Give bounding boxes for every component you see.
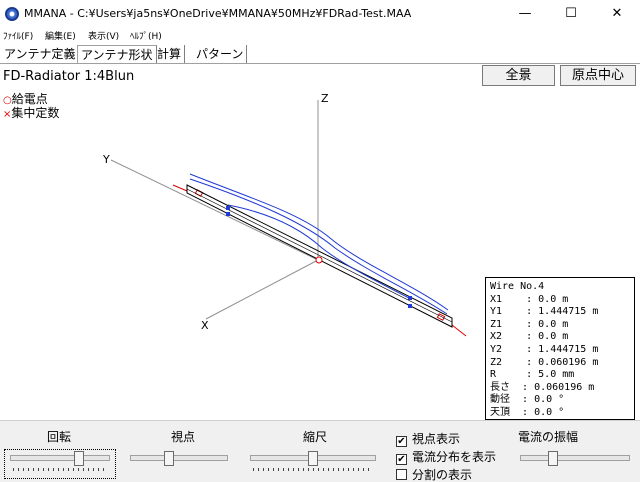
wire-end-left — [172, 184, 188, 192]
minimize-button[interactable]: — — [502, 0, 548, 28]
origin-center-button[interactable]: 原点中心 — [560, 65, 636, 86]
segment-marker — [226, 212, 230, 216]
wire-info-line: X1 : 0.0 m — [490, 293, 569, 305]
wire-info-line: Wire No.4 — [490, 281, 545, 292]
show-current-label: 電流分布を表示 — [412, 450, 497, 464]
scale-label: 縮尺 — [303, 430, 328, 444]
menu-file[interactable]: ﾌｧｲﾙ(F) — [3, 29, 33, 42]
current-amplitude-slider-thumb[interactable] — [548, 451, 558, 466]
close-button[interactable]: ✕ — [594, 0, 640, 28]
show-segments-label: 分割の表示 — [412, 468, 473, 482]
z-axis-label: Z — [321, 92, 329, 105]
show-current-checkbox[interactable]: ✔ 電流分布を表示 — [396, 448, 496, 465]
scale-slider-ticks — [253, 468, 373, 471]
show-segments-checkbox[interactable]: 分割の表示 — [396, 466, 472, 482]
current-amplitude-label: 電流の振幅 — [518, 430, 579, 444]
tab-calculation[interactable]: 計算 — [154, 45, 186, 63]
viewpoint-slider[interactable] — [130, 451, 228, 473]
wire-end-right — [451, 324, 467, 337]
wire-info-line: 長さ : 0.060196 m — [490, 381, 595, 393]
current-curve-1 — [189, 173, 449, 311]
current-amplitude-slider[interactable] — [520, 451, 630, 473]
show-segments-check-icon[interactable] — [396, 469, 407, 480]
wire-info-line: Y2 : 1.444715 m — [490, 343, 599, 355]
show-current-check-icon[interactable]: ✔ — [396, 454, 407, 465]
menu-bar: ﾌｧｲﾙ(F) 編集(E) 表示(V) ﾍﾙﾌﾟ(H) — [0, 28, 640, 44]
tab-strip: アンテナ定義 アンテナ形状 計算 パターン — [0, 44, 640, 64]
menu-help[interactable]: ﾍﾙﾌﾟ(H) — [130, 29, 162, 42]
wire-info-line: X2 : 0.0 m — [490, 331, 569, 343]
title-bar: MMANA - C:¥Users¥ja5ns¥OneDrive¥MMANA¥50… — [0, 0, 640, 28]
show-viewpoint-check-icon[interactable]: ✔ — [396, 436, 407, 447]
wire-info-panel: Wire No.4 X1 : 0.0 m Y1 : 1.444715 m Z1 … — [485, 277, 635, 420]
y-axis — [110, 159, 319, 261]
wire-info-line: 動径 : 0.0 ° — [490, 394, 565, 406]
tab-antenna-shape[interactable]: アンテナ形状 — [77, 45, 157, 63]
rotation-slider[interactable] — [10, 451, 110, 473]
rotation-slider-track — [10, 455, 110, 461]
segment-marker — [408, 296, 412, 300]
current-amplitude-slider-track — [520, 455, 630, 461]
mmana-app-icon — [5, 7, 19, 21]
wire-info-line: Z1 : 0.0 m — [490, 318, 569, 330]
segment-marker — [226, 206, 230, 210]
model-name: FD-Radiator 1:4Blun — [3, 69, 135, 84]
show-viewpoint-checkbox[interactable]: ✔ 視点表示 — [396, 430, 460, 447]
wire-info-line: R : 5.0 mm — [490, 369, 575, 381]
load-marker-right — [436, 313, 446, 321]
viewpoint-label: 視点 — [171, 430, 196, 444]
menu-view[interactable]: 表示(V) — [88, 29, 119, 42]
scale-slider-thumb[interactable] — [308, 451, 318, 466]
maximize-button[interactable]: ☐ — [548, 0, 594, 28]
overview-button[interactable]: 全景 — [482, 65, 555, 86]
show-viewpoint-label: 視点表示 — [412, 432, 461, 446]
wire-info-line: Z2 : 0.060196 m — [490, 356, 599, 368]
wire-info-line: 天頂 : 0.0 ° — [490, 406, 565, 418]
rotation-label: 回転 — [47, 430, 72, 444]
x-axis — [205, 259, 319, 320]
y-axis-label: Y — [102, 153, 110, 166]
viewpoint-slider-track — [130, 455, 228, 461]
rotation-slider-thumb[interactable] — [74, 451, 84, 466]
scale-slider[interactable] — [250, 451, 376, 473]
wire-info-line: Y1 : 1.444715 m — [490, 306, 599, 318]
x-axis-label: X — [201, 319, 209, 332]
rotation-slider-ticks — [13, 468, 107, 471]
tab-antenna-definition[interactable]: アンテナ定義 — [1, 45, 80, 63]
menu-edit[interactable]: 編集(E) — [45, 29, 76, 42]
tab-pattern[interactable]: パターン — [193, 45, 248, 63]
window-title: MMANA - C:¥Users¥ja5ns¥OneDrive¥MMANA¥50… — [24, 7, 412, 20]
view-control-panel: 回転 視点 縮尺 電流の振幅 ✔ 視点表示 ✔ 電流分布を表示 分割の表示 — [0, 420, 640, 482]
feed-point-marker[interactable] — [315, 256, 323, 264]
segment-marker — [408, 304, 412, 308]
viewpoint-slider-thumb[interactable] — [164, 451, 174, 466]
